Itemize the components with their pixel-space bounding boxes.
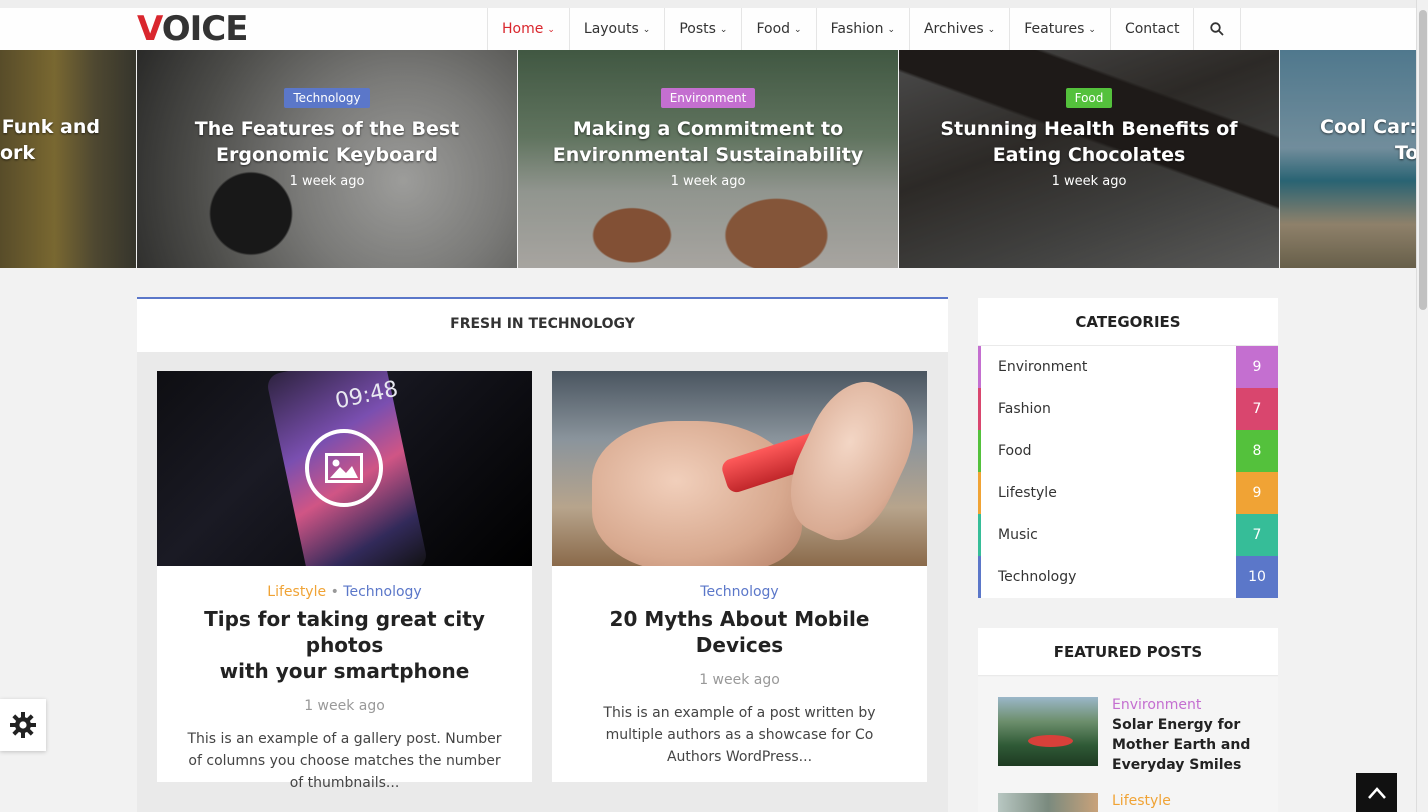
category-item-food[interactable]: Food 8 [978, 430, 1278, 472]
nav-posts[interactable]: Posts ⌄ [664, 8, 741, 50]
featured-post[interactable]: Lifestyle [998, 793, 1262, 812]
section-body: 09:48 Lifestyle • Technology Tips for ta… [137, 352, 948, 812]
post-category[interactable]: Lifestyle [267, 584, 326, 600]
slide-title[interactable]: Making a Commitment to Environmental Sust… [518, 116, 898, 168]
category-item-environment[interactable]: Environment 9 [978, 346, 1278, 388]
chevron-up-icon [1367, 786, 1386, 799]
featured-thumbnail[interactable] [998, 697, 1098, 766]
post-time: 1 week ago [699, 672, 780, 688]
post-thumbnail[interactable] [552, 371, 927, 566]
featured-category[interactable]: Environment [1112, 697, 1262, 713]
categories-widget-title: CATEGORIES [978, 298, 1278, 346]
slide-chocolates[interactable]: Food Stunning Health Benefits of Eating C… [899, 50, 1279, 268]
slide-title[interactable]: The Features of the Best Ergonomic Keyboa… [137, 116, 517, 168]
nav-fashion[interactable]: Fashion ⌄ [815, 8, 909, 50]
gallery-icon [305, 429, 383, 507]
featured-slider: Funk and ork Technology The Features of … [0, 50, 1416, 268]
section-title: FRESH IN TECHNOLOGY [137, 297, 948, 352]
post-category[interactable]: Technology [700, 584, 778, 600]
category-item-music[interactable]: Music 7 [978, 514, 1278, 556]
site-logo[interactable]: VOICE [137, 12, 248, 46]
gear-icon [10, 712, 36, 738]
post-thumbnail[interactable]: 09:48 [157, 371, 532, 566]
category-count: 9 [1236, 346, 1278, 388]
nav-contact[interactable]: Contact [1109, 8, 1193, 50]
featured-category[interactable]: Lifestyle [1112, 793, 1262, 809]
slide-partial-left[interactable]: Funk and ork [0, 50, 136, 268]
featured-thumbnail[interactable] [998, 793, 1098, 812]
post-title[interactable]: 20 Myths About Mobile Devices [552, 606, 927, 658]
nav-features[interactable]: Features ⌄ [1009, 8, 1110, 50]
chevron-down-icon: ⌄ [642, 25, 651, 35]
post-card[interactable]: Technology 20 Myths About Mobile Devices… [552, 371, 927, 782]
slide-title-line: ork [0, 142, 35, 164]
chevron-down-icon: ⌄ [547, 25, 555, 35]
post-category[interactable]: Technology [343, 584, 421, 600]
post-title[interactable]: Tips for taking great city photos with yo… [157, 606, 532, 684]
settings-button[interactable] [0, 699, 46, 751]
chevron-down-icon: ⌄ [987, 25, 996, 35]
category-count: 10 [1236, 556, 1278, 598]
chevron-down-icon: ⌄ [887, 25, 895, 35]
nav-layouts[interactable]: Layouts ⌄ [568, 8, 664, 50]
category-item-lifestyle[interactable]: Lifestyle 9 [978, 472, 1278, 514]
page-scrollbar[interactable] [1416, 0, 1428, 812]
featured-widget-title: FEATURED POSTS [978, 628, 1278, 676]
category-count: 8 [1236, 430, 1278, 472]
search-button[interactable] [1193, 8, 1242, 50]
category-tag[interactable]: Environment [660, 88, 756, 108]
back-to-top-button[interactable] [1356, 773, 1397, 812]
chevron-down-icon: ⌄ [794, 25, 802, 35]
slide-title-line: To [1395, 142, 1416, 164]
slide-time: 1 week ago [670, 174, 746, 189]
featured-title[interactable]: Solar Energy for Mother Earth and Everyd… [1112, 715, 1262, 775]
category-count: 9 [1236, 472, 1278, 514]
post-excerpt: This is an example of a post written by … [603, 705, 876, 765]
category-count: 7 [1236, 388, 1278, 430]
nav-food[interactable]: Food ⌄ [741, 8, 815, 50]
slide-time: 1 week ago [1051, 174, 1127, 189]
chevron-down-icon: ⌄ [719, 25, 728, 35]
post-card[interactable]: 09:48 Lifestyle • Technology Tips for ta… [157, 371, 532, 791]
category-tag[interactable]: Food [1065, 88, 1113, 108]
nav-archives[interactable]: Archives ⌄ [908, 8, 1009, 50]
post-excerpt: This is an example of a gallery post. Nu… [187, 731, 502, 791]
scrollbar-thumb[interactable] [1419, 10, 1427, 310]
category-tag[interactable]: Technology [284, 88, 370, 108]
slide-environment[interactable]: Environment Making a Commitment to Enviro… [518, 50, 898, 268]
slide-title[interactable]: Stunning Health Benefits of Eating Chocol… [899, 116, 1279, 168]
chevron-down-icon: ⌄ [1088, 25, 1096, 35]
nav-home[interactable]: Home ⌄ [487, 8, 569, 50]
featured-posts-list: Environment Solar Energy for Mother Eart… [978, 677, 1278, 812]
categories-list: Environment 9 Fashion 7 Food 8 Lifestyle 9 M… [978, 346, 1278, 598]
category-count: 7 [1236, 514, 1278, 556]
featured-post[interactable]: Environment Solar Energy for Mother Eart… [998, 697, 1262, 775]
category-item-technology[interactable]: Technology 10 [978, 556, 1278, 598]
main-nav: Home ⌄ Layouts ⌄ Posts ⌄ Food ⌄ Fashion ⌄ Arc… [487, 8, 1242, 50]
slide-partial-right[interactable]: Cool Car: To [1280, 50, 1416, 268]
category-separator: • [330, 584, 339, 600]
site-header: VOICE Home ⌄ Layouts ⌄ Posts ⌄ Food ⌄ Fashio… [0, 0, 1416, 50]
slide-ergonomic-keyboard[interactable]: Technology The Features of the Best Ergon… [137, 50, 517, 268]
slide-title-line: Funk and [1, 116, 100, 138]
slide-title-line: Cool Car: [1320, 116, 1416, 138]
category-item-fashion[interactable]: Fashion 7 [978, 388, 1278, 430]
slide-time: 1 week ago [289, 174, 365, 189]
post-time: 1 week ago [304, 698, 385, 714]
search-icon [1210, 22, 1225, 36]
